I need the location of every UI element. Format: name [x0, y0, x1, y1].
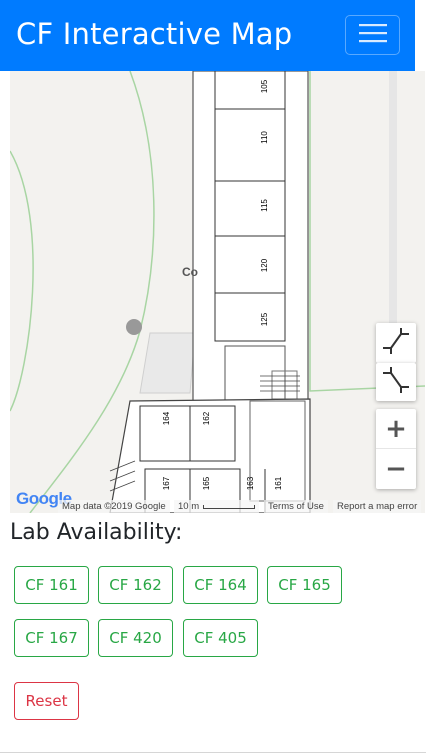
hamburger-icon	[358, 22, 387, 49]
exit-fullscreen-icon	[381, 326, 411, 361]
room-label: 167	[162, 476, 172, 491]
lab-button-cf-405[interactable]: CF 405	[183, 619, 258, 657]
fullscreen-button[interactable]	[376, 363, 416, 401]
terms-link[interactable]: Terms of Use	[264, 500, 328, 513]
lab-button-cf-162[interactable]: CF 162	[98, 566, 173, 604]
lab-button-cf-167[interactable]: CF 167	[14, 619, 89, 657]
interactive-map[interactable]: 105 110 115 120 125 164 162 167 165 163 …	[10, 71, 425, 513]
navbar-toggle-button[interactable]	[345, 15, 400, 55]
map-attribution: Map data ©2019 Google	[58, 500, 170, 513]
room-label: 163	[246, 476, 256, 491]
room-label: 165	[202, 476, 212, 491]
room-label: 162	[202, 411, 212, 426]
lab-button-cf-165[interactable]: CF 165	[267, 566, 342, 604]
zoom-control: + −	[376, 409, 416, 489]
floor-plan	[10, 71, 425, 513]
fullscreen-icon	[381, 365, 411, 400]
room-label: 161	[274, 476, 284, 491]
navbar: CF Interactive Map	[0, 0, 415, 71]
scale-bar	[203, 504, 256, 509]
room-label: 105	[260, 79, 270, 94]
room-label: 164	[162, 411, 172, 426]
map-scale[interactable]: 10 m	[174, 500, 260, 513]
lab-availability-heading: Lab Availability:	[10, 520, 183, 545]
minus-icon: −	[385, 453, 407, 484]
lab-button-cf-420[interactable]: CF 420	[98, 619, 173, 657]
plus-icon: +	[385, 414, 407, 444]
room-label: 125	[260, 312, 270, 327]
zoom-out-button[interactable]: −	[376, 449, 416, 488]
room-label: 115	[259, 199, 269, 212]
lab-button-cf-164[interactable]: CF 164	[183, 566, 258, 604]
map-place-label: Co	[182, 265, 198, 279]
bottom-divider	[0, 752, 426, 753]
exit-fullscreen-button[interactable]	[376, 323, 416, 363]
scale-label: 10 m	[178, 501, 200, 512]
zoom-in-button[interactable]: +	[376, 410, 416, 449]
app-title[interactable]: CF Interactive Map	[16, 14, 292, 54]
lab-button-cf-161[interactable]: CF 161	[14, 566, 89, 604]
room-label: 110	[259, 131, 269, 144]
report-map-error-link[interactable]: Report a map error	[333, 500, 422, 513]
room-label: 120	[260, 258, 270, 273]
reset-button[interactable]: Reset	[14, 682, 79, 720]
